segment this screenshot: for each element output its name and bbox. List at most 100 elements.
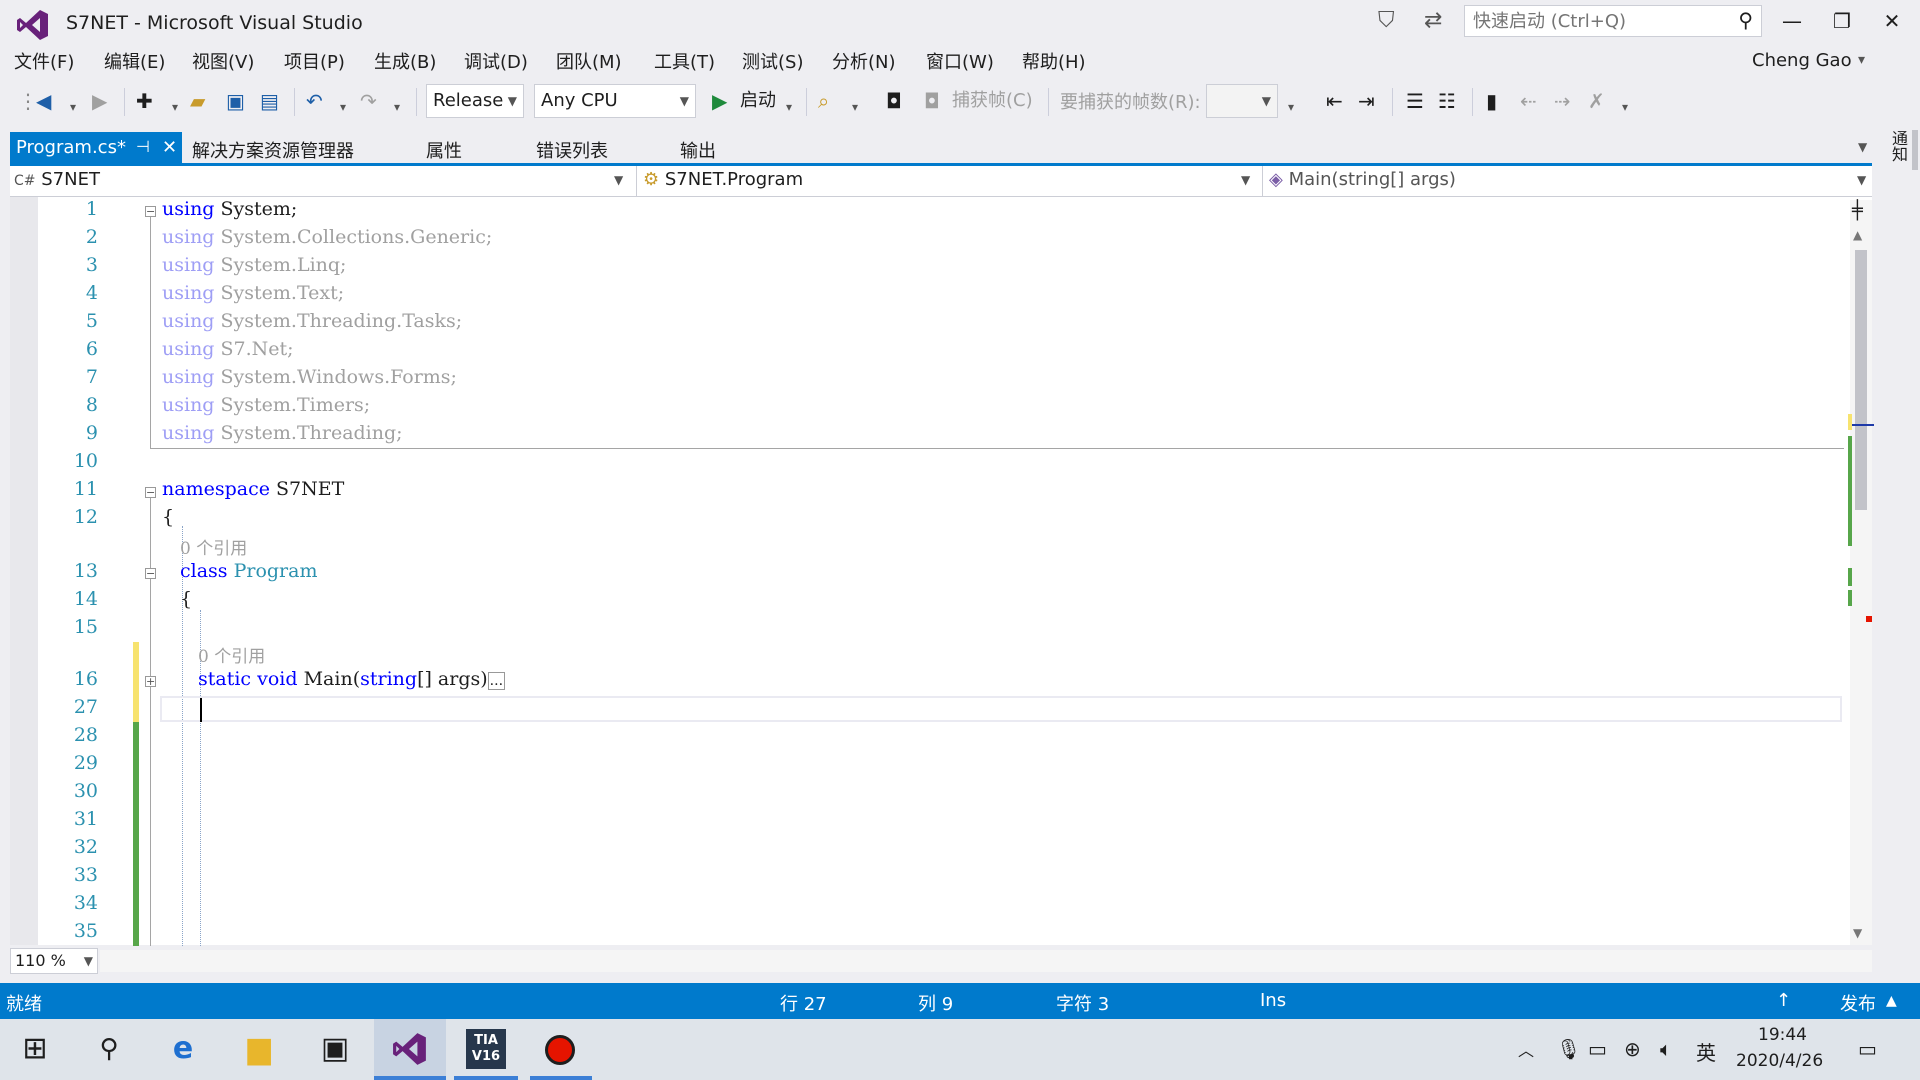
menu-window[interactable]: 窗口(W) <box>926 48 994 74</box>
clear-bookmarks-icon[interactable]: ✗ <box>1588 88 1605 114</box>
class-dropdown[interactable]: ⚙ S7NET.Program ▼ <box>636 166 1259 196</box>
frames-count-select[interactable]: ▼ <box>1206 84 1278 118</box>
edge-browser-icon[interactable]: e <box>160 1029 206 1069</box>
chevron-up-icon[interactable]: ▲ <box>1886 993 1897 1009</box>
tab-output[interactable]: 输出 <box>680 137 716 163</box>
menu-build[interactable]: 生成(B) <box>374 48 436 74</box>
notifications-tab[interactable]: 通知 <box>1886 130 1910 162</box>
minimize-button[interactable]: — <box>1772 6 1812 36</box>
decrease-indent-icon[interactable]: ☰ <box>1406 88 1424 114</box>
collapse-toggle[interactable]: − <box>145 206 156 217</box>
quick-launch-box[interactable]: ⚲ <box>1464 5 1762 37</box>
increase-indent-icon[interactable]: ☷ <box>1438 88 1456 114</box>
find-in-files-icon[interactable]: ⌕ <box>818 88 829 114</box>
open-folder-icon[interactable]: ▰ <box>190 88 205 114</box>
reference-count-hint[interactable]: 0 个引用 <box>180 534 247 559</box>
search-icon[interactable]: ⚲ <box>86 1029 132 1069</box>
action-center-icon[interactable]: ▭ <box>1858 1037 1877 1061</box>
close-tab-icon[interactable]: ✕ <box>162 137 177 158</box>
quick-launch-input[interactable] <box>1471 6 1715 36</box>
configuration-select[interactable]: Release ▼ <box>426 84 524 118</box>
scroll-up-icon[interactable]: ▲ <box>1853 228 1862 242</box>
chevron-down-icon[interactable]: ▾ <box>340 94 346 120</box>
split-editor-icon[interactable]: ╪ <box>1852 200 1863 221</box>
menu-help[interactable]: 帮助(H) <box>1022 48 1086 74</box>
menu-team[interactable]: 团队(M) <box>556 48 622 74</box>
chevron-down-icon[interactable]: ▾ <box>1288 94 1294 120</box>
tab-program-cs[interactable]: Program.cs* ⊣ ✕ <box>10 132 182 164</box>
store-icon[interactable]: ▣ <box>312 1029 358 1069</box>
chevron-up-icon[interactable]: ︿ <box>1518 1037 1534 1061</box>
menu-debug[interactable]: 调试(D) <box>464 48 528 74</box>
platform-select[interactable]: Any CPU ▼ <box>534 84 696 118</box>
windows-start-icon[interactable]: ⊞ <box>12 1029 58 1069</box>
collapsed-block[interactable]: ... <box>487 672 506 690</box>
clock-date[interactable]: 2020/4/26 <box>1736 1051 1823 1071</box>
menu-tools[interactable]: 工具(T) <box>654 48 715 74</box>
chevron-down-icon[interactable]: ▾ <box>70 94 76 120</box>
menu-edit[interactable]: 编辑(E) <box>104 48 165 74</box>
toolbar-overflow-icon[interactable]: ▾ <box>1622 94 1628 120</box>
visual-studio-taskbar-icon[interactable] <box>392 1031 428 1067</box>
tab-properties[interactable]: 属性 <box>426 137 462 163</box>
collapse-toggle[interactable]: − <box>145 568 156 579</box>
scroll-down-icon[interactable]: ▼ <box>1853 926 1862 940</box>
network-globe-icon[interactable]: ⊕ <box>1624 1037 1641 1061</box>
next-bookmark-icon[interactable]: ⇢ <box>1554 88 1571 114</box>
step-into-icon[interactable]: ⇤ <box>1326 88 1343 114</box>
camera-icon[interactable]: ◘ <box>886 88 902 114</box>
horizontal-scrollbar[interactable] <box>100 950 1872 972</box>
menu-analyze[interactable]: 分析(N) <box>832 48 896 74</box>
volume-icon[interactable]: 🔈︎ <box>1660 1037 1672 1061</box>
menu-test[interactable]: 测试(S) <box>742 48 803 74</box>
microphone-icon[interactable]: 🎙︎ <box>1556 1037 1581 1061</box>
chevron-down-icon[interactable]: ▾ <box>172 94 178 120</box>
project-dropdown[interactable]: C# S7NET ▼ <box>14 166 630 196</box>
tab-error-list[interactable]: 错误列表 <box>536 137 608 163</box>
bookmark-icon[interactable]: ▮ <box>1486 88 1497 114</box>
reference-count-hint[interactable]: 0 个引用 <box>198 642 265 667</box>
file-explorer-icon[interactable]: ▆ <box>236 1029 282 1069</box>
chevron-down-icon[interactable]: ▾ <box>1858 52 1865 68</box>
chevron-down-icon[interactable]: ▾ <box>394 94 400 120</box>
save-all-icon[interactable]: ▤ <box>260 88 279 114</box>
forward-icon[interactable]: ▶ <box>92 88 107 114</box>
collapse-toggle[interactable]: − <box>145 487 156 498</box>
undo-icon[interactable]: ↶ <box>306 88 323 114</box>
menu-project[interactable]: 项目(P) <box>284 48 345 74</box>
menu-view[interactable]: 视图(V) <box>192 48 254 74</box>
new-project-icon[interactable]: ✚ <box>136 88 153 114</box>
tab-solution-explorer[interactable]: 解决方案资源管理器 <box>192 137 354 163</box>
restore-button[interactable]: ❐ <box>1822 6 1862 36</box>
input-method-indicator[interactable]: 英 <box>1696 1037 1716 1066</box>
tia-portal-icon[interactable]: TIA V16 <box>466 1029 506 1069</box>
capture-frame-button[interactable]: 捕获帧(C) <box>952 88 1033 114</box>
feedback-icon[interactable]: ⇄ <box>1424 8 1442 33</box>
step-over-icon[interactable]: ⇥ <box>1358 88 1375 114</box>
publish-button[interactable]: 发布 <box>1840 990 1876 1016</box>
menu-file[interactable]: 文件(F) <box>14 48 74 74</box>
chevron-down-icon[interactable]: ▾ <box>852 94 858 120</box>
prev-bookmark-icon[interactable]: ⇠ <box>1520 88 1537 114</box>
scrollbar-thumb[interactable] <box>1855 250 1867 510</box>
clock-time[interactable]: 19:44 <box>1758 1025 1807 1045</box>
filter-icon[interactable]: ⛉ <box>1378 8 1395 33</box>
tab-overflow-icon[interactable]: ▼ <box>1858 140 1867 154</box>
redo-icon[interactable]: ↷ <box>360 88 377 114</box>
start-play-icon[interactable]: ▶ <box>712 88 727 114</box>
pin-icon[interactable]: ⊣ <box>136 137 150 156</box>
battery-icon[interactable]: ▭ <box>1588 1037 1607 1061</box>
chevron-down-icon[interactable]: ▾ <box>786 94 792 120</box>
search-icon[interactable]: ⚲ <box>1738 8 1753 32</box>
start-debug-button[interactable]: 启动 <box>740 88 776 114</box>
back-icon[interactable]: ◀ <box>36 88 51 114</box>
publish-arrow-icon[interactable]: ↑ <box>1776 990 1791 1011</box>
close-window-button[interactable]: ✕ <box>1872 6 1912 36</box>
user-account[interactable]: Cheng Gao <box>1752 50 1852 71</box>
screen-recorder-icon[interactable] <box>545 1035 575 1065</box>
save-icon[interactable]: ▣ <box>226 88 245 114</box>
zoom-select[interactable]: 110 % ▼ <box>10 948 98 974</box>
expand-toggle[interactable]: + <box>145 676 156 687</box>
member-dropdown[interactable]: ◈ Main(string[] args) ▼ <box>1262 166 1875 196</box>
fold-guide <box>150 216 151 448</box>
